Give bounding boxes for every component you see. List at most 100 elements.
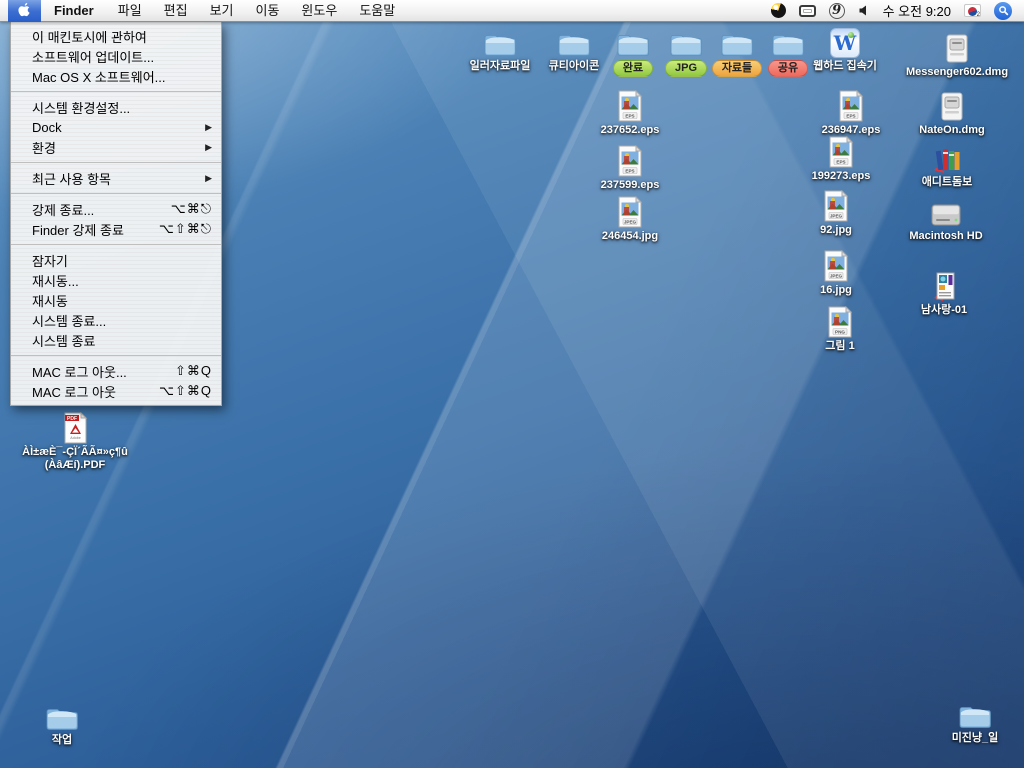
desktop-icon-file-236947-eps[interactable]: EPS236947.eps — [801, 90, 901, 137]
menubar-item-1[interactable]: 파일 — [107, 0, 153, 22]
apple-menu-item-1[interactable]: 소프트웨어 업데이트... — [11, 46, 221, 66]
menu-item-label: 소프트웨어 업데이트... — [32, 47, 154, 66]
apple-menu-panel: 이 매킨토시에 관하여소프트웨어 업데이트...Mac OS X 소프트웨어..… — [10, 22, 222, 406]
desktop-icon-app-webhard-connector[interactable]: W 웹하드 집속기 — [795, 28, 895, 73]
classic-9-icon[interactable]: 9 — [829, 3, 845, 19]
menu-item-label: 재시동... — [32, 271, 79, 290]
menu-item-label: 강제 종료... — [32, 200, 94, 219]
hard-disk-icon — [930, 202, 962, 228]
svg-text:PDF: PDF — [67, 416, 77, 422]
apple-menu-button[interactable] — [8, 0, 41, 22]
menubar-item-6[interactable]: 도움말 — [348, 0, 406, 22]
apple-menu-item-16[interactable]: 시스템 종료... — [11, 310, 221, 330]
menu-item-label: 최근 사용 항목 — [32, 169, 111, 188]
menu-separator — [11, 162, 221, 163]
menu-item-shortcut: ⌥⇧⌘Q — [159, 383, 212, 399]
folder-icon — [957, 702, 993, 730]
apple-menu-item-13[interactable]: 잠자기 — [11, 250, 221, 270]
menu-item-label: MAC 로그 아웃... — [32, 362, 127, 381]
desktop-icon-label: 웹하드 집속기 — [813, 60, 877, 73]
svg-text:PNG: PNG — [835, 329, 845, 334]
apple-menu-item-14[interactable]: 재시동... — [11, 270, 221, 290]
menubar-item-4[interactable]: 이동 — [245, 0, 291, 22]
apple-menu-item-5[interactable]: Dock ▶ — [11, 117, 221, 137]
desktop-icon-file-92-jpg[interactable]: JPEG92.jpg — [786, 190, 886, 237]
menu-item-label: Dock — [32, 120, 62, 135]
menu-item-label: 환경 — [32, 138, 56, 157]
desktop-icon-label: Macintosh HD — [909, 230, 982, 243]
menubar-item-3[interactable]: 보기 — [199, 0, 245, 22]
displays-icon[interactable] — [799, 5, 816, 17]
apple-menu-item-15[interactable]: 재시동 — [11, 290, 221, 310]
apple-menu-item-6[interactable]: 환경▶ — [11, 137, 221, 157]
menu-bar: Finder파일편집보기이동윈도우도움말 9 수 오전 9:20 2 — [0, 0, 1024, 22]
menu-item-label: 시스템 환경설정... — [32, 98, 130, 117]
image-file-icon: JPEG — [823, 190, 849, 222]
desktop-icon-file-namsarang-01[interactable]: 남사랑-01 — [894, 272, 994, 317]
desktop-icon-file-mojibake-pdf[interactable]: PDF AdobeÀÌ±æÈ¯-ÇÏ´ÃÃ¤»ç¶û (ÀâÆí).PDF — [10, 412, 140, 472]
submenu-arrow-icon: ▶ — [205, 122, 212, 133]
menu-item-label: 시스템 종료... — [32, 311, 106, 330]
apple-menu-item-19[interactable]: MAC 로그 아웃...⇧⌘Q — [11, 361, 221, 381]
menu-bar-items: Finder파일편집보기이동윈도우도움말 — [41, 0, 406, 22]
apple-menu-item-17[interactable]: 시스템 종료 — [11, 330, 221, 350]
webhard-app-icon: W — [830, 28, 860, 58]
folder-icon — [482, 30, 518, 58]
desktop-icon-file-messenger602-dmg[interactable]: Messenger602.dmg — [892, 34, 1022, 79]
folder-icon — [44, 704, 80, 732]
apple-menu-item-2[interactable]: Mac OS X 소프트웨어... — [11, 66, 221, 86]
menu-separator — [11, 91, 221, 92]
desktop-icon-folder-mijin[interactable]: 미진냥_일 — [925, 702, 1024, 745]
disk-image-icon — [940, 92, 964, 122]
menu-item-label: Mac OS X 소프트웨어... — [32, 67, 165, 86]
image-file-icon: EPS — [828, 136, 854, 168]
desktop-icon-file-246454-jpg[interactable]: JPEG246454.jpg — [580, 196, 680, 243]
apple-menu-item-4[interactable]: 시스템 환경설정... — [11, 97, 221, 117]
apple-logo-icon — [17, 2, 32, 20]
menubar-item-finder[interactable]: Finder — [41, 0, 107, 22]
desktop-icon-file-nateon-dmg[interactable]: NateOn.dmg — [902, 92, 1002, 137]
image-file-icon: JPEG — [823, 250, 849, 282]
artwork-document-icon — [931, 272, 957, 302]
desktop-icon-app-adit-dombo[interactable]: 애디트돔보 — [897, 146, 997, 189]
image-file-icon: PNG — [827, 306, 853, 338]
menu-item-label: 시스템 종료 — [32, 331, 95, 350]
menu-bar-clock[interactable]: 수 오전 9:20 — [883, 1, 951, 20]
image-file-icon: EPS — [617, 145, 643, 177]
apple-menu-item-20[interactable]: MAC 로그 아웃⌥⇧⌘Q — [11, 381, 221, 401]
desktop-icon-label: 일러자료파일 — [470, 60, 531, 73]
desktop-icon-volume-macintosh-hd[interactable]: Macintosh HD — [881, 202, 1011, 243]
desktop-icon-file-237599-eps[interactable]: EPS237599.eps — [580, 145, 680, 192]
desktop-icon-folder-work[interactable]: 작업 — [12, 704, 112, 747]
apple-menu-item-11[interactable]: Finder 강제 종료 ⌥⇧⌘⎋ — [11, 219, 221, 239]
svg-text:JPEG: JPEG — [830, 273, 843, 278]
menu-item-label: Finder 강제 종료 — [32, 220, 124, 239]
menu-item-shortcut: ⌥⌘⎋ — [171, 201, 212, 217]
desktop-icon-label: 애디트돔보 — [922, 176, 973, 189]
volume-mute-icon[interactable] — [858, 4, 870, 17]
desktop-icon-file-16-jpg[interactable]: JPEG 16.jpg — [786, 250, 886, 297]
norton-orb-icon[interactable] — [771, 3, 786, 18]
desktop-icon-file-237652-eps[interactable]: EPS237652.eps — [580, 90, 680, 137]
desktop-icon-label: Messenger602.dmg — [906, 66, 1008, 79]
menubar-item-5[interactable]: 윈도우 — [290, 0, 348, 22]
spotlight-icon[interactable] — [994, 2, 1012, 20]
menu-item-shortcut: ⌥⇧⌘⎋ — [159, 221, 212, 237]
svg-text:JPEG: JPEG — [830, 213, 843, 218]
menu-separator — [11, 193, 221, 194]
menu-item-label: 잠자기 — [32, 251, 68, 270]
menu-item-label: 이 매킨토시에 관하여 — [32, 27, 147, 46]
desktop-icon-label: 199273.eps — [812, 170, 871, 183]
desktop-icon-file-picture-1[interactable]: PNG그림 1 — [790, 306, 890, 353]
desktop-icon-file-199273-eps[interactable]: EPS 199273.eps — [791, 136, 891, 183]
svg-text:EPS: EPS — [625, 113, 634, 118]
apple-menu-item-0[interactable]: 이 매킨토시에 관하여 — [11, 26, 221, 46]
menubar-item-2[interactable]: 편집 — [153, 0, 199, 22]
apple-menu-item-8[interactable]: 최근 사용 항목▶ — [11, 168, 221, 188]
korean-input-flag-icon[interactable]: 2 — [964, 4, 981, 17]
svg-text:EPS: EPS — [625, 168, 634, 173]
menu-bar-status: 9 수 오전 9:20 2 — [771, 1, 1024, 20]
svg-text:EPS: EPS — [836, 159, 845, 164]
apple-menu-item-10[interactable]: 강제 종료... ⌥⌘⎋ — [11, 199, 221, 219]
desktop-icon-label: 16.jpg — [820, 284, 852, 297]
